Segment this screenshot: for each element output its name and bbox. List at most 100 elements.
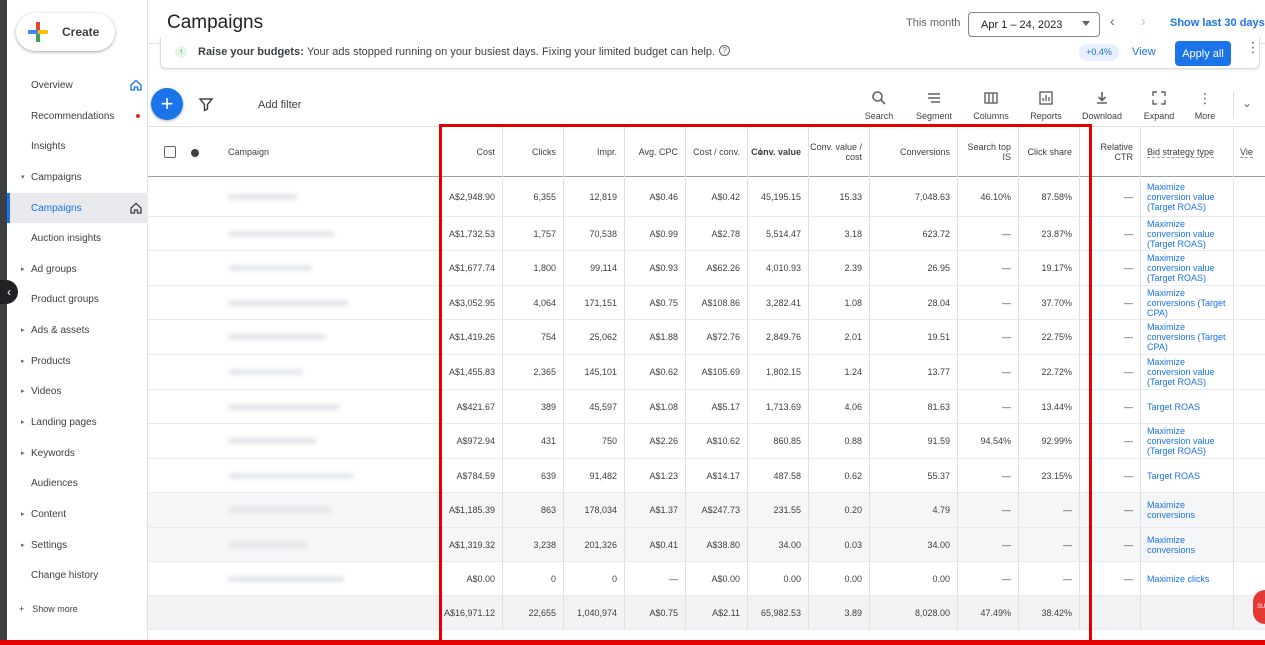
- table-row[interactable]: A$1,455.83 2,365 145,101 A$0.62 A$105.69 1,80…: [148, 355, 1265, 390]
- table-row[interactable]: A$2,948.90 6,355 12,819 A$0.46 A$0.42 45,195.…: [148, 178, 1265, 217]
- column-header-cost[interactable]: Cost: [433, 127, 503, 177]
- expand-tool-button[interactable]: Expand: [1142, 90, 1176, 121]
- sidebar-item-campaigns[interactable]: Campaigns: [7, 193, 148, 223]
- window-edge: [0, 0, 7, 645]
- sidebar-item-ad-groups[interactable]: ▸ Ad groups: [7, 254, 148, 284]
- sort-arrow-down-icon: ↓: [758, 145, 764, 157]
- column-header-relative-ctr[interactable]: Relative CTR: [1080, 127, 1141, 177]
- more-tool-button[interactable]: ⋮ More: [1190, 90, 1220, 121]
- chevron-left-icon[interactable]: ‹: [1110, 13, 1115, 29]
- chevron-down-icon[interactable]: ⌄: [1242, 96, 1252, 110]
- columns-tool-button[interactable]: Columns: [970, 90, 1012, 121]
- sidebar-item-landing-pages[interactable]: ▸ Landing pages: [7, 407, 148, 437]
- recommendation-title: Raise your budgets:: [198, 46, 304, 58]
- date-range-select[interactable]: Apr 1 – 24, 2023: [968, 12, 1100, 37]
- sidebar-item-campaigns[interactable]: ▾ Campaigns: [7, 162, 148, 192]
- select-all-checkbox[interactable]: [164, 146, 176, 158]
- more-vert-icon[interactable]: ⋮: [1246, 40, 1260, 54]
- bid-strategy-link[interactable]: Maximize conversion value (Target ROAS): [1141, 251, 1234, 285]
- table-total-row[interactable]: A$16,971.12 22,655 1,040,974 A$0.75 A$2.11 65…: [148, 596, 1265, 630]
- table-row[interactable]: A$1,319.32 3,238 201,326 A$0.41 A$38.80 34.00…: [148, 528, 1265, 562]
- table-row[interactable]: A$972.94 431 750 A$2.26 A$10.62 860.85 0.88 91.…: [148, 424, 1265, 459]
- table-row[interactable]: A$1,732.53 1,757 70,538 A$0.99 A$2.78 5,514.4…: [148, 217, 1265, 251]
- bid-strategy-link[interactable]: Maximize conversions: [1141, 528, 1234, 561]
- sidebar-item-ads-assets[interactable]: ▸ Ads & assets: [7, 315, 148, 345]
- bid-strategy-link[interactable]: Maximize conversions (Target CPA): [1141, 320, 1234, 354]
- sidebar-item-change-history[interactable]: Change history: [7, 560, 148, 590]
- table-row[interactable]: A$421.67 389 45,597 A$1.08 A$5.17 1,713.69 4.0…: [148, 390, 1265, 424]
- bid-strategy-link[interactable]: Target ROAS: [1141, 459, 1234, 492]
- caret-right-icon: ▸: [21, 388, 25, 395]
- bid-strategy-link[interactable]: Maximize conversions (Target CPA): [1141, 286, 1234, 319]
- column-header-label: Vie: [1240, 146, 1253, 158]
- column-header-conv-value[interactable]: ↓ Conv. value: [748, 127, 809, 177]
- table-row[interactable]: A$1,677.74 1,800 99,114 A$0.93 A$62.26 4,010.…: [148, 251, 1265, 286]
- bid-strategy-link[interactable]: Maximize conversion value (Target ROAS): [1141, 355, 1234, 389]
- reports-tool-button[interactable]: Reports: [1027, 90, 1065, 121]
- sidebar-item-audiences[interactable]: Audiences: [7, 468, 148, 498]
- campaign-column-header[interactable]: Campaign: [228, 147, 269, 157]
- sidebar-item-videos[interactable]: ▸ Videos: [7, 376, 148, 406]
- help-icon[interactable]: ?: [719, 45, 730, 56]
- table-cell: 0: [564, 562, 625, 595]
- subscribe-badge[interactable]: SUB: [1253, 590, 1265, 624]
- column-header-clicks[interactable]: Clicks: [503, 127, 564, 177]
- table-row[interactable]: A$3,052.95 4,064 171,151 A$0.75 A$108.86 3,28…: [148, 286, 1265, 320]
- bid-strategy-link[interactable]: Maximize conversions: [1141, 493, 1234, 527]
- reports-icon: [1039, 91, 1053, 105]
- column-header-vie[interactable]: Vie: [1234, 127, 1265, 177]
- filter-icon[interactable]: [198, 96, 214, 112]
- column-header-impr[interactable]: Impr.: [564, 127, 625, 177]
- bid-strategy-link[interactable]: [1141, 596, 1234, 629]
- column-header-label: Avg. CPC: [638, 147, 678, 157]
- table-cell: 0.00: [809, 562, 870, 595]
- table-row[interactable]: A$1,185.39 863 178,034 A$1.37 A$247.73 231.55…: [148, 493, 1265, 528]
- bid-strategy-link[interactable]: Maximize clicks: [1141, 562, 1234, 595]
- sidebar-item-product-groups[interactable]: Product groups: [7, 284, 148, 314]
- column-header-click-share[interactable]: Click share: [1019, 127, 1080, 177]
- table-cell: —: [958, 493, 1019, 527]
- column-header-search-top-is[interactable]: Search top IS: [958, 127, 1019, 177]
- column-header-cost-conv[interactable]: Cost / conv.: [686, 127, 748, 177]
- show-more-button[interactable]: + Show more: [19, 604, 78, 614]
- add-campaign-button[interactable]: +: [151, 88, 183, 120]
- sidebar-item-content[interactable]: ▸ Content: [7, 499, 148, 529]
- sidebar-item-insights[interactable]: Insights: [7, 131, 148, 161]
- download-icon: [1097, 92, 1107, 104]
- bid-strategy-link[interactable]: Maximize conversion value (Target ROAS): [1141, 424, 1234, 458]
- table-cell: 34.00: [748, 528, 809, 561]
- sidebar-item-overview[interactable]: Overview: [7, 70, 148, 100]
- table-cell: 3.18: [809, 217, 870, 250]
- search-tool-button[interactable]: Search: [864, 90, 894, 121]
- chevron-right-icon[interactable]: ›: [1141, 13, 1146, 29]
- column-header-avg-cpc[interactable]: Avg. CPC: [625, 127, 686, 177]
- bid-strategy-link[interactable]: Maximize conversion value (Target ROAS): [1141, 178, 1234, 216]
- view-recommendation-link[interactable]: View: [1132, 46, 1156, 58]
- sidebar-item-auction-insights[interactable]: Auction insights: [7, 223, 148, 253]
- add-filter-button[interactable]: Add filter: [258, 99, 301, 111]
- sidebar-item-products[interactable]: ▸ Products: [7, 346, 148, 376]
- table-cell: A$2.78: [686, 217, 748, 250]
- column-header-conversions[interactable]: Conversions: [870, 127, 958, 177]
- apply-all-button[interactable]: Apply all: [1175, 41, 1231, 66]
- column-header-bid-strategy-type[interactable]: Bid strategy type: [1141, 127, 1234, 177]
- expand-icon: [1152, 91, 1166, 105]
- sidebar-item-settings[interactable]: ▸ Settings: [7, 530, 148, 560]
- table-row[interactable]: A$1,419.26 754 25,062 A$1.88 A$72.76 2,849.76…: [148, 320, 1265, 355]
- table-cell: 26.95: [870, 251, 958, 285]
- create-button[interactable]: Create: [16, 13, 115, 51]
- segment-tool-button[interactable]: Segment: [913, 90, 955, 121]
- bid-strategy-link[interactable]: Maximize conversion value (Target ROAS): [1141, 217, 1234, 250]
- table-row[interactable]: A$0.00 0 0— A$0.00 0.00 0.00 0.00— — — Maximize c…: [148, 562, 1265, 596]
- sidebar-item-label: Keywords: [31, 447, 75, 459]
- bid-strategy-link[interactable]: Target ROAS: [1141, 390, 1234, 423]
- show-last-30-days-link[interactable]: Show last 30 days: [1170, 17, 1265, 29]
- sidebar-item-keywords[interactable]: ▸ Keywords: [7, 438, 148, 468]
- download-tool-button[interactable]: Download: [1078, 90, 1126, 121]
- caret-down-icon: ▾: [21, 174, 25, 181]
- table-cell: A$421.67: [433, 390, 503, 423]
- column-header-conv-value-cost[interactable]: Conv. value / cost: [809, 127, 870, 177]
- sidebar-item-recommendations[interactable]: Recommendations: [7, 101, 148, 131]
- table-row[interactable]: A$784.59 639 91,482 A$1.23 A$14.17 487.58 0.62…: [148, 459, 1265, 493]
- table-cell: [1234, 355, 1265, 389]
